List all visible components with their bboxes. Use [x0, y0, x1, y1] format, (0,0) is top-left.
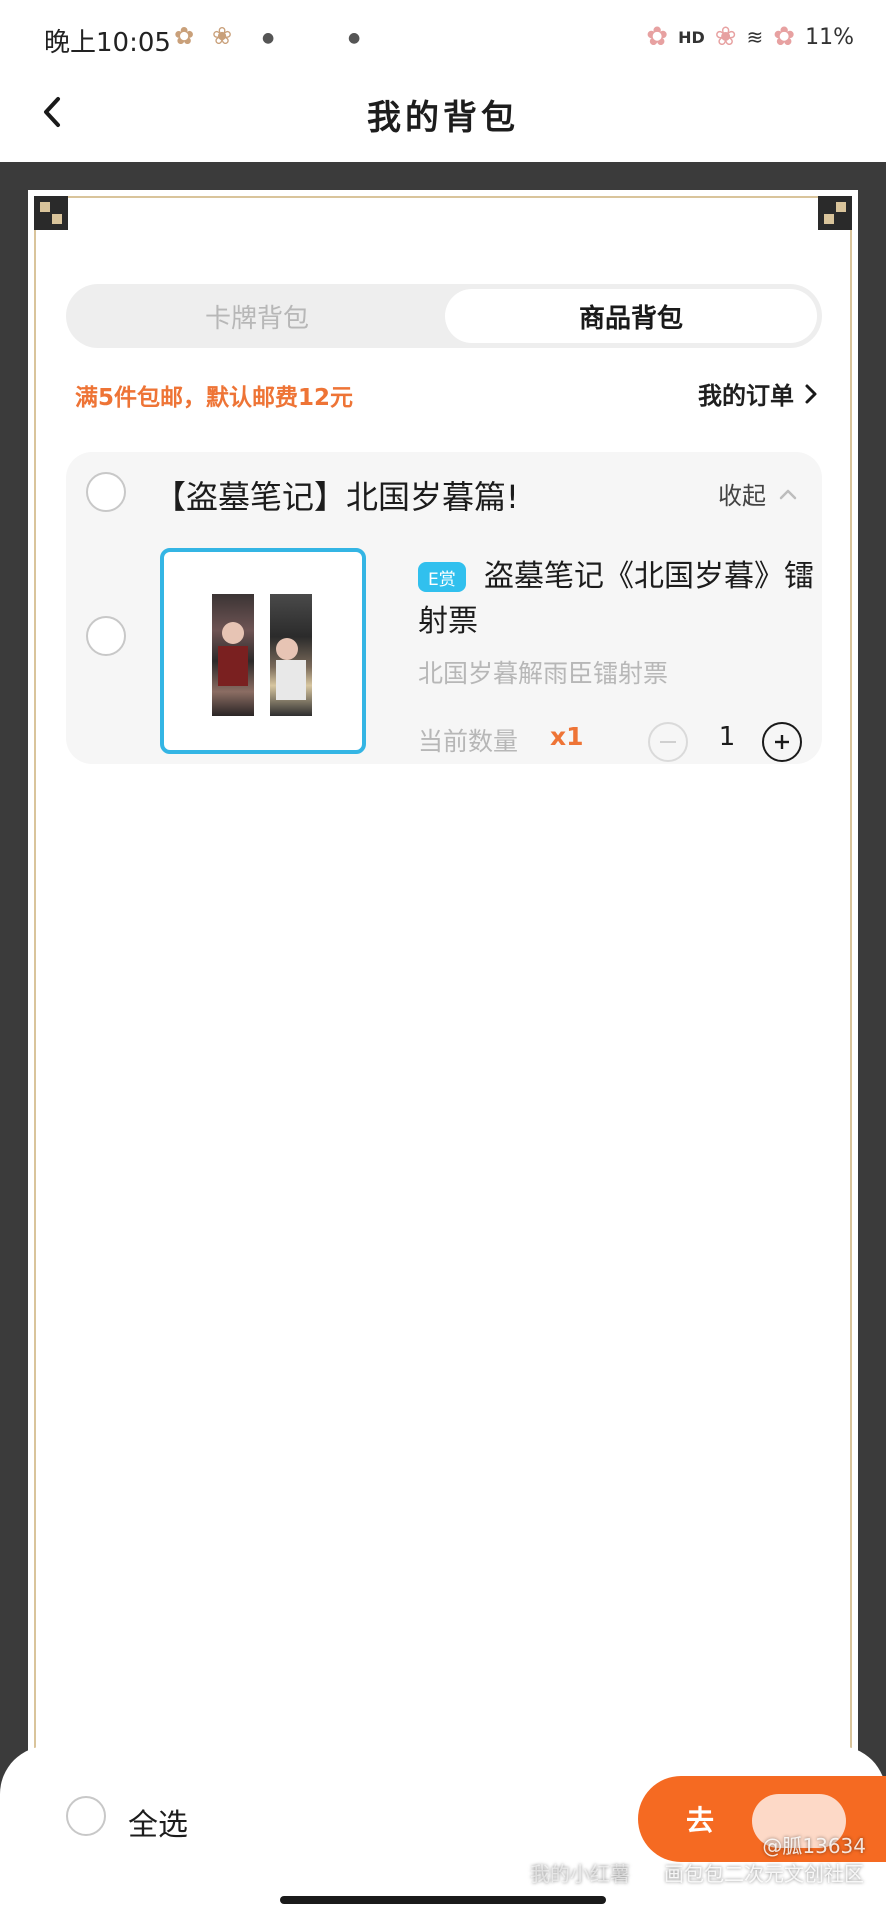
bottom-action-bar: 全选 去 @胍13634 画包包二次元文创社区 我的小红薯 [0, 1746, 886, 1920]
decrease-quantity-button[interactable] [648, 722, 688, 762]
chevron-right-icon [805, 384, 817, 403]
backpack-panel: 卡牌背包 商品背包 满5件包邮，默认邮费12元 我的订单 【盗墓笔记】北国岁暮篇… [28, 190, 858, 1790]
top-bar: 晚上10:05 ✿ ❀ ● ● ✿ HD ❀ ≋ ✿ 11% 我的背包 [0, 0, 886, 162]
dot-icon: ● [348, 30, 361, 46]
home-indicator[interactable] [280, 1896, 606, 1904]
select-all-label[interactable]: 全选 [128, 1800, 188, 1844]
chevron-up-icon [779, 489, 797, 499]
page-header: 我的背包 [0, 72, 886, 162]
sticker-icon: ✿ [174, 22, 195, 50]
product-description: 北国岁暮解雨臣镭射票 [418, 659, 669, 688]
status-time: 晚上10:05 [44, 28, 171, 58]
collapse-label: 收起 [718, 482, 766, 510]
wifi-icon: ≋ [746, 25, 764, 49]
minus-icon [660, 741, 676, 743]
sticker-icon: ✿ [773, 22, 796, 52]
status-bar: 晚上10:05 ✿ ❀ ● ● ✿ HD ❀ ≋ ✿ 11% [0, 0, 886, 72]
backpack-tabs: 卡牌背包 商品背包 [66, 284, 822, 348]
collapse-button[interactable]: 收起 [718, 476, 798, 511]
group-title: 【盗墓笔记】北国岁暮篇! [154, 478, 519, 516]
increase-quantity-button[interactable] [762, 722, 802, 762]
watermark-user: @胍13634 [762, 1834, 866, 1858]
sticker-icon: ❀ [714, 22, 737, 52]
select-all-radio[interactable] [66, 1796, 106, 1836]
laser-ticket-image [270, 594, 312, 716]
dot-icon: ● [262, 30, 275, 46]
product-thumbnail[interactable] [160, 548, 366, 754]
watermark-faint: 我的小红薯 [530, 1862, 630, 1886]
sticker-icon: ✿ [646, 22, 669, 52]
battery-level: 11% [805, 24, 854, 50]
quantity-value: x1 [550, 722, 584, 751]
corner-ornament-icon [34, 196, 68, 230]
prize-tier-badge: E赏 [418, 562, 466, 592]
decorative-frame [34, 196, 852, 1790]
my-orders-label: 我的订单 [698, 382, 794, 410]
group-select-radio[interactable] [86, 472, 126, 512]
checkout-label: 去 [686, 1804, 715, 1837]
network-indicator: HD [678, 27, 705, 47]
plus-icon [775, 735, 789, 749]
my-orders-link[interactable]: 我的订单 [698, 376, 818, 411]
corner-ornament-icon [818, 196, 852, 230]
watermark-community: 画包包二次元文创社区 [664, 1862, 864, 1886]
sticker-icon: ❀ [212, 22, 233, 50]
tab-goods-backpack[interactable]: 商品背包 [445, 289, 817, 343]
item-select-radio[interactable] [86, 616, 126, 656]
laser-ticket-image [212, 594, 254, 716]
product-name: 盗墓笔记《北国岁暮》镭射票 [418, 559, 814, 639]
tab-card-backpack[interactable]: 卡牌背包 [71, 289, 443, 343]
shipping-note: 满5件包邮，默认邮费12元 [75, 385, 354, 411]
quantity-count: 1 [718, 722, 736, 752]
quantity-label: 当前数量 [418, 727, 519, 756]
page-title: 我的背包 [367, 98, 519, 138]
status-indicators: ✿ HD ❀ ≋ ✿ 11% [646, 22, 854, 52]
product-group-card: 【盗墓笔记】北国岁暮篇! 收起 盗墓笔记《北国岁暮》镭射票 E赏 北国岁暮解雨臣… [66, 452, 822, 764]
